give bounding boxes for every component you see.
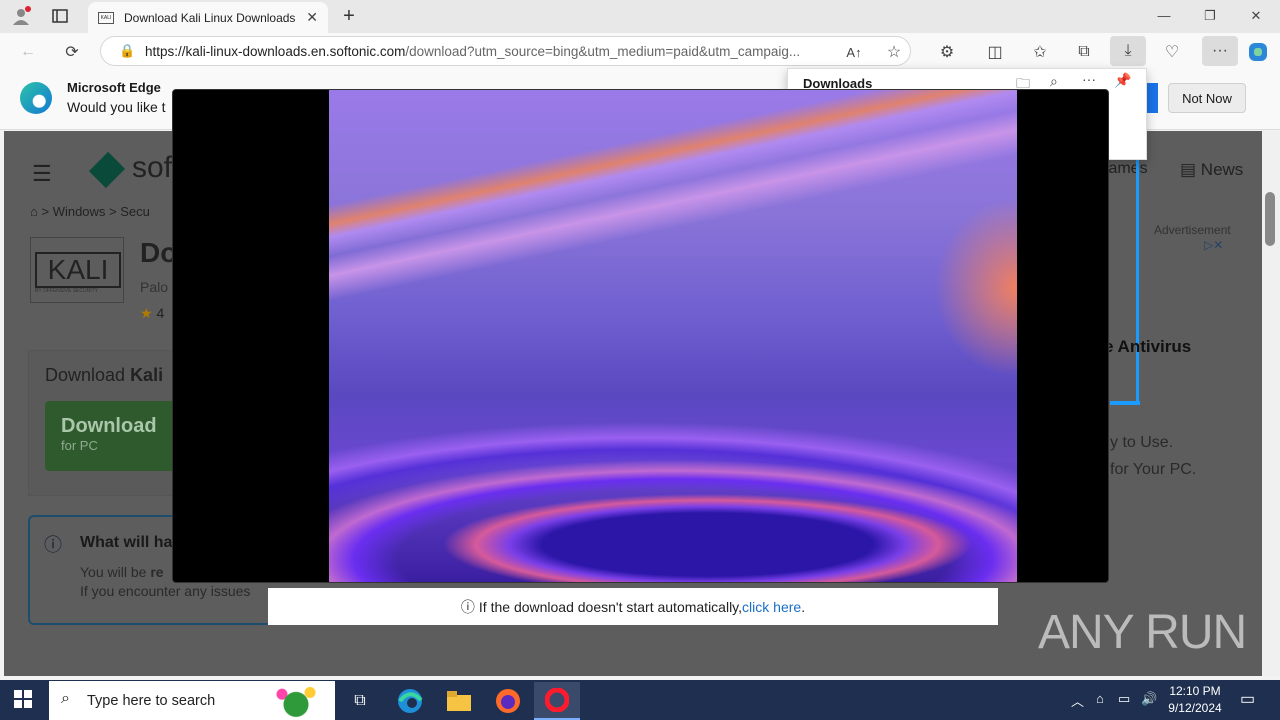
tab-actions-icon[interactable] bbox=[47, 5, 73, 27]
url-host: https://kali-linux-downloads.en.softonic… bbox=[145, 43, 406, 59]
app-logo: KALI BY OFFENSIVE SECURITY bbox=[30, 237, 124, 303]
softonic-logo-text[interactable]: sof bbox=[132, 151, 172, 185]
ad-border-bottom bbox=[1110, 401, 1140, 405]
download-button-sub: for PC bbox=[61, 438, 98, 453]
restore-button[interactable]: ❐ bbox=[1187, 4, 1233, 28]
browser-essentials-icon[interactable]: ♡ bbox=[1158, 39, 1186, 65]
info-title: What will ha bbox=[80, 534, 173, 551]
tab-favicon-icon: KALI bbox=[98, 11, 114, 24]
download-button[interactable]: Download for PC bbox=[45, 401, 179, 471]
hamburger-menu-icon[interactable]: ☰ bbox=[32, 161, 52, 187]
task-view-icon[interactable]: ⧉ bbox=[337, 682, 383, 720]
address-toolbar: ← ⟳ 🔒 https://kali-linux-downloads.en.so… bbox=[0, 33, 1280, 70]
tab-title: Download Kali Linux Downloads bbox=[124, 10, 296, 25]
device-icon[interactable]: ⌂ bbox=[1096, 691, 1104, 706]
taskbar-search-placeholder: Type here to search bbox=[87, 692, 216, 709]
star-icon: ★ bbox=[140, 305, 153, 321]
browser-tab[interactable]: KALI Download Kali Linux Downloads ✕ bbox=[88, 2, 328, 33]
news-icon: ▤ bbox=[1180, 160, 1197, 179]
info-line-1-text: You will be bbox=[80, 564, 151, 580]
copilot-icon[interactable] bbox=[1244, 39, 1272, 65]
info-icon: ⓘ bbox=[44, 535, 62, 555]
download-notice-text: If the download doesn't start automatica… bbox=[478, 598, 743, 615]
show-hidden-icons[interactable]: ︿ bbox=[1071, 691, 1084, 710]
taskbar-search[interactable]: ⌕ Type here to search bbox=[49, 681, 335, 720]
info-line-1-bold: re bbox=[150, 564, 164, 580]
tab-strip: KALI Download Kali Linux Downloads ✕ + —… bbox=[0, 0, 1280, 33]
app-publisher[interactable]: Palo bbox=[140, 279, 168, 295]
tab-close-icon[interactable]: ✕ bbox=[306, 9, 318, 26]
pin-icon[interactable]: 📌 bbox=[1114, 72, 1131, 89]
download-heading-app: Kali bbox=[130, 365, 164, 385]
file-explorer-icon[interactable] bbox=[436, 682, 482, 720]
address-bar[interactable]: 🔒 https://kali-linux-downloads.en.softon… bbox=[100, 36, 911, 66]
edge-logo-icon bbox=[20, 82, 52, 114]
taskbar-clock[interactable]: 12:10 PM 9/12/2024 bbox=[1160, 683, 1230, 717]
search-downloads-icon[interactable]: ⌕ bbox=[1050, 73, 1058, 90]
downloads-icon[interactable]: ⤓ bbox=[1110, 36, 1146, 66]
rating-value: 4 bbox=[156, 305, 165, 321]
download-button-label: Download bbox=[61, 415, 157, 437]
breadcrumb[interactable]: ⌂ > Windows > Secu bbox=[30, 204, 150, 219]
ad-border-left bbox=[1136, 151, 1139, 404]
video-player[interactable] bbox=[329, 90, 1017, 582]
info-line-2: If you encounter any issues bbox=[80, 583, 251, 599]
split-screen-icon[interactable]: ◫ bbox=[981, 39, 1009, 65]
breadcrumb-text: > Windows > Secu bbox=[41, 204, 150, 219]
collections-icon[interactable]: ⧉ bbox=[1070, 39, 1098, 65]
softonic-logo-icon[interactable] bbox=[88, 151, 126, 189]
search-highlight-icon bbox=[261, 684, 331, 718]
click-here-link[interactable]: click here bbox=[742, 599, 801, 615]
advertisement-label: Advertisement bbox=[1154, 223, 1231, 237]
taskbar-time: 12:10 PM bbox=[1169, 684, 1221, 698]
refresh-icon[interactable]: ⟳ bbox=[58, 39, 86, 65]
info-circle-icon: ⓘ bbox=[460, 598, 475, 615]
app-logo-subtitle: BY OFFENSIVE SECURITY bbox=[35, 288, 98, 294]
close-window-button[interactable]: ✕ bbox=[1233, 4, 1279, 28]
read-aloud-icon[interactable]: A↑ bbox=[840, 39, 868, 65]
taskbar-date: 9/12/2024 bbox=[1168, 701, 1222, 715]
ad-title[interactable]: e Antivirus bbox=[1104, 337, 1191, 357]
firefox-icon[interactable] bbox=[485, 682, 531, 720]
infobar-message: Would you like t bbox=[67, 99, 166, 115]
edge-taskbar-icon[interactable] bbox=[387, 682, 433, 720]
volume-icon[interactable]: 🔊 bbox=[1141, 691, 1157, 707]
download-notice-bar: ⓘ If the download doesn't start automati… bbox=[268, 588, 998, 625]
search-icon: ⌕ bbox=[61, 690, 70, 707]
ad-line-1: y to Use. bbox=[1110, 434, 1174, 451]
anyrun-watermark: ANY RUN bbox=[1038, 606, 1247, 659]
more-options-icon[interactable]: ··· bbox=[1082, 71, 1096, 87]
download-notice-suffix: . bbox=[801, 598, 806, 615]
favorites-icon[interactable]: ✩ bbox=[1026, 39, 1054, 65]
infobar-title: Microsoft Edge bbox=[67, 80, 161, 95]
new-tab-icon[interactable]: + bbox=[336, 5, 362, 27]
favorite-star-icon[interactable]: ☆ bbox=[880, 39, 908, 65]
video-ad-modal[interactable] bbox=[172, 89, 1109, 583]
opera-icon[interactable] bbox=[534, 682, 580, 720]
notifications-icon[interactable]: ▭ bbox=[1240, 689, 1255, 709]
rating: ★ 4 bbox=[140, 305, 164, 322]
download-heading: Download Kali bbox=[45, 365, 163, 386]
app-logo-text: KALI bbox=[35, 252, 121, 288]
url-path: /download?utm_source=bing&utm_medium=pai… bbox=[405, 43, 801, 59]
lock-icon: 🔒 bbox=[119, 43, 136, 58]
minimize-button[interactable]: — bbox=[1141, 4, 1187, 28]
extensions-icon[interactable]: ⚙ bbox=[933, 39, 961, 65]
home-icon[interactable]: ⌂ bbox=[30, 204, 38, 219]
info-line-1: You will be re bbox=[80, 564, 164, 580]
scrollbar-thumb[interactable] bbox=[1265, 192, 1275, 246]
windows-start-icon[interactable] bbox=[14, 690, 32, 713]
ad-line-2: for Your PC. bbox=[1110, 461, 1197, 478]
network-icon[interactable]: ▭ bbox=[1118, 691, 1130, 707]
download-heading-prefix: Download bbox=[45, 365, 131, 385]
settings-more-icon[interactable]: ··· bbox=[1202, 36, 1238, 66]
profile-icon[interactable] bbox=[8, 5, 34, 27]
ad-choices-icon[interactable]: ▷✕ bbox=[1204, 238, 1223, 252]
back-icon[interactable]: ← bbox=[14, 39, 42, 65]
news-link[interactable]: ▤ News bbox=[1180, 160, 1243, 180]
news-label: News bbox=[1200, 160, 1244, 179]
not-now-button[interactable]: Not Now bbox=[1168, 83, 1246, 113]
